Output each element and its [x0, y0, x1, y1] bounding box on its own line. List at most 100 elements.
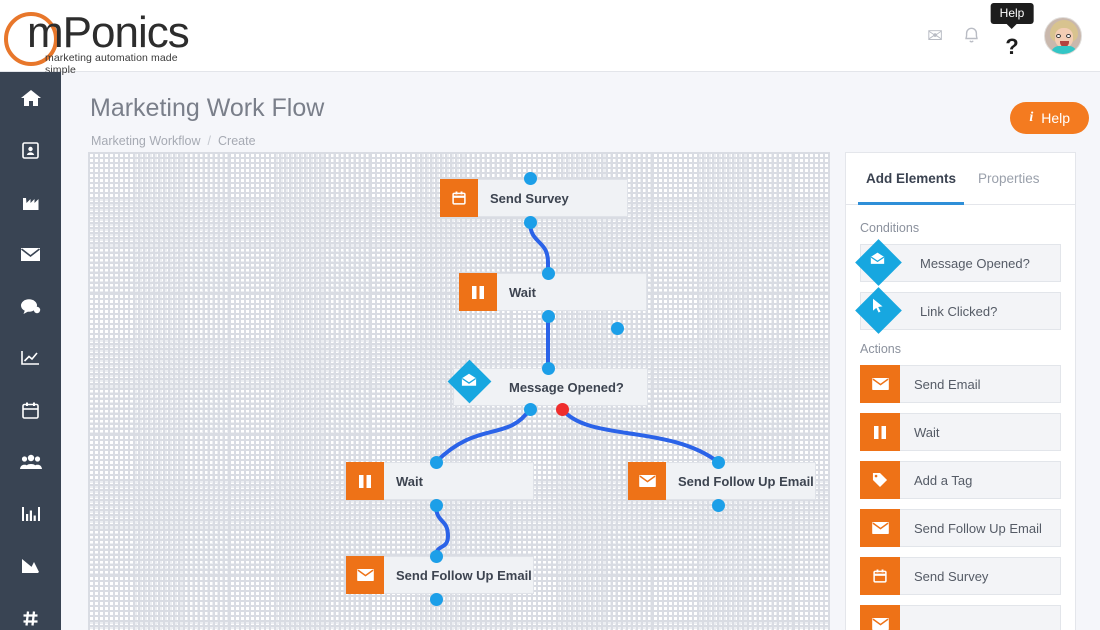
avatar-eye-right: [1066, 34, 1071, 38]
sidebar-item-tags[interactable]: [0, 592, 61, 630]
port-n2-in[interactable]: [542, 267, 555, 280]
sidebar-item-trends[interactable]: [0, 332, 61, 384]
element-label: Send Survey: [914, 568, 989, 584]
sidebar-item-audience[interactable]: [0, 436, 61, 488]
tab-add-elements[interactable]: Add Elements: [857, 153, 965, 205]
port-n4-out[interactable]: [430, 499, 443, 512]
port-n3-out-yes[interactable]: [524, 403, 537, 416]
envelope-icon: [346, 556, 384, 594]
line-chart-icon: [20, 349, 41, 367]
topbar-actions: ✉ Help ?: [927, 0, 1082, 72]
sidebar-item-messages[interactable]: [0, 280, 61, 332]
envelope-icon[interactable]: ✉: [927, 27, 943, 46]
content-header: Marketing Work Flow Marketing Workflow /…: [61, 72, 1100, 152]
element-add-a-tag[interactable]: Add a Tag: [860, 461, 1061, 499]
panel-tabs: Add Elements Properties: [846, 153, 1075, 205]
elements-panel: Add Elements Properties Conditions Messa…: [845, 152, 1076, 630]
tab-label: Add Elements: [866, 171, 957, 186]
tag-icon: [860, 461, 900, 499]
element-wait[interactable]: Wait: [860, 413, 1061, 451]
condition-diamond: [855, 287, 906, 334]
sidebar-item-email[interactable]: [0, 228, 61, 280]
pause-icon: [346, 462, 384, 500]
left-sidebar: [0, 72, 61, 630]
breadcrumb: Marketing Workflow / Create: [91, 134, 256, 148]
breadcrumb-item-root[interactable]: Marketing Workflow: [91, 134, 201, 148]
element-label: Message Opened?: [920, 255, 1030, 271]
port-n3-in[interactable]: [542, 362, 555, 375]
envelope-icon: [860, 605, 900, 630]
page-title: Marketing Work Flow: [90, 94, 325, 122]
comment-icon: [20, 298, 41, 315]
brand-logo[interactable]: mPonics marketing automation made simple: [0, 0, 200, 76]
node-label: Wait: [509, 284, 536, 300]
pause-icon: [459, 273, 497, 311]
envelope-icon: [628, 462, 666, 500]
top-bar: mPonics marketing automation made simple…: [0, 0, 1100, 76]
element-label: Send Email: [914, 376, 981, 392]
element-label: Link Clicked?: [920, 303, 998, 319]
condition-diamond: [855, 239, 906, 286]
element-send-follow-up-email[interactable]: Send Follow Up Email: [860, 509, 1061, 547]
app-root: mPonics marketing automation made simple…: [0, 0, 1100, 630]
calendar-icon: [440, 179, 478, 217]
calendar-icon: [860, 557, 900, 595]
condition-diamond: [447, 359, 497, 406]
element-send-email[interactable]: Send Email: [860, 365, 1061, 403]
node-label: Send Follow Up Email: [678, 473, 814, 489]
help-tooltip: Help: [990, 3, 1034, 29]
avatar-shoulders: [1051, 46, 1077, 54]
cursor-arrow-icon: [872, 298, 884, 318]
port-n3-out-no[interactable]: [556, 403, 569, 416]
users-icon: [19, 454, 42, 470]
element-link-clicked[interactable]: Link Clicked?: [855, 287, 1061, 334]
port-n2-out[interactable]: [542, 310, 555, 323]
industry-icon: [21, 194, 41, 211]
help-button-label: Help: [1041, 110, 1070, 126]
avatar[interactable]: [1044, 17, 1082, 55]
port-n6-out[interactable]: [430, 593, 443, 606]
breadcrumb-separator: /: [207, 134, 212, 148]
question-mark-icon[interactable]: ?: [1005, 34, 1018, 60]
help-question[interactable]: Help ?: [990, 3, 1034, 59]
envelope-icon: [860, 365, 900, 403]
port-n6-in[interactable]: [430, 550, 443, 563]
sidebar-item-industry[interactable]: [0, 176, 61, 228]
element-message-opened[interactable]: Message Opened?: [855, 239, 1061, 286]
brand-name: mPonics: [27, 7, 190, 57]
port-n5-out[interactable]: [712, 499, 725, 512]
element-partial-next[interactable]: [860, 605, 1061, 630]
sidebar-item-reports[interactable]: [0, 488, 61, 540]
workflow-canvas[interactable]: Send Survey Wait Message Opened? Wait Se…: [88, 152, 830, 630]
sidebar-item-calendar[interactable]: [0, 384, 61, 436]
bell-icon[interactable]: [963, 25, 980, 48]
home-icon: [20, 89, 41, 107]
calendar-icon: [21, 401, 40, 420]
breadcrumb-item-current: Create: [218, 134, 256, 148]
tab-properties[interactable]: Properties: [974, 153, 1044, 204]
workflow-node-send-survey[interactable]: Send Survey: [440, 179, 628, 217]
port-n1-out[interactable]: [524, 216, 537, 229]
help-button[interactable]: i Help: [1010, 102, 1089, 134]
sidebar-item-contacts[interactable]: [0, 124, 61, 176]
address-card-icon: [21, 141, 40, 160]
envelope-open-icon: [870, 252, 885, 270]
element-label: Wait: [914, 424, 940, 440]
port-n1-in[interactable]: [524, 172, 537, 185]
node-port-in[interactable]: [611, 322, 624, 335]
panel-body: Conditions Message Opened? Link Clicked?…: [846, 205, 1075, 630]
sidebar-item-analytics[interactable]: [0, 540, 61, 592]
info-icon: i: [1029, 110, 1034, 125]
element-label: Send Follow Up Email: [914, 520, 1042, 536]
element-send-survey[interactable]: Send Survey: [860, 557, 1061, 595]
actions-title: Actions: [860, 342, 901, 356]
port-n4-in[interactable]: [430, 456, 443, 469]
element-label: Add a Tag: [914, 472, 973, 488]
node-label: Send Survey: [490, 190, 569, 206]
node-label: Message Opened?: [509, 379, 624, 395]
sidebar-item-home[interactable]: [0, 72, 61, 124]
envelope-open-icon: [461, 373, 477, 390]
workflow-node-wait-top[interactable]: Wait: [459, 273, 647, 311]
avatar-eye-left: [1056, 34, 1061, 38]
port-n5-in[interactable]: [712, 456, 725, 469]
